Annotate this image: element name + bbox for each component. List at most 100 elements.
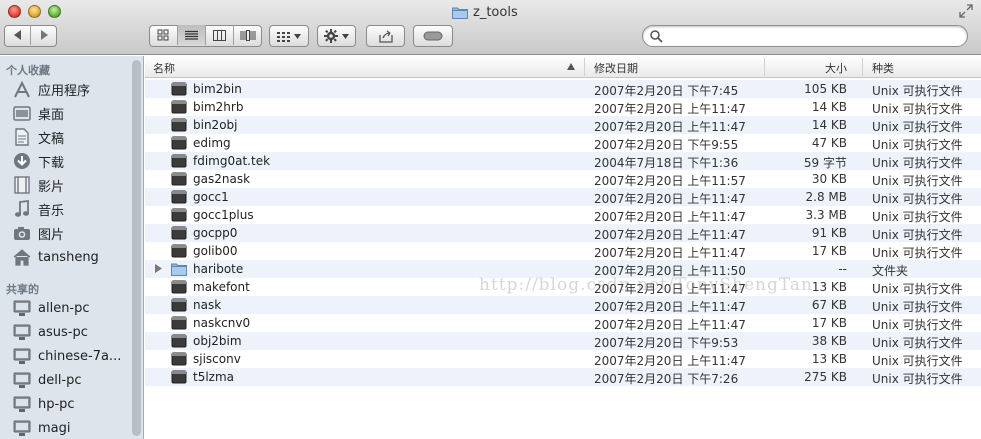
- file-kind: Unix 可执行文件: [872, 246, 963, 260]
- sidebar-item-movies[interactable]: 影片: [12, 173, 64, 197]
- file-row[interactable]: golib00 2007年2月20日 上午11:47 17 KB Unix 可执行文件: [145, 242, 981, 260]
- window-title: z_tools: [452, 3, 518, 21]
- search-field[interactable]: [642, 25, 968, 47]
- sidebar-item-home[interactable]: tansheng: [12, 245, 99, 269]
- sidebar-item-label: 文稿: [38, 131, 65, 147]
- column-view-button[interactable]: [206, 25, 234, 45]
- toolbar-toggle-button[interactable]: [413, 25, 453, 47]
- file-date: 2007年2月20日 上午11:57: [594, 174, 746, 188]
- column-header-bar: 名称 修改日期 大小 种类: [145, 56, 981, 78]
- file-row[interactable]: gocc1 2007年2月20日 上午11:47 2.8 MB Unix 可执行文件: [145, 188, 981, 206]
- sidebar-item-shared-pc[interactable]: magi: [12, 416, 71, 439]
- file-row[interactable]: obj2bim 2007年2月20日 下午9:53 38 KB Unix 可执行文件: [145, 332, 981, 350]
- file-row[interactable]: t5lzma 2007年2月20日 下午7:26 275 KB Unix 可执行文件: [145, 368, 981, 386]
- file-size: 59 字节: [803, 156, 847, 170]
- file-date: 2007年2月20日 下午9:53: [594, 336, 739, 350]
- window-title-text: z_tools: [473, 4, 518, 20]
- sidebar-item-shared-pc[interactable]: dell-pc: [12, 368, 82, 392]
- cover-flow-view-button[interactable]: [234, 25, 262, 45]
- fullscreen-icon[interactable]: [959, 4, 973, 18]
- terminal-executable-icon: [171, 316, 187, 330]
- file-row[interactable]: bin2obj 2007年2月20日 上午11:47 14 KB Unix 可执行文件: [145, 116, 981, 134]
- column-divider[interactable]: [584, 58, 585, 76]
- file-row[interactable]: gocpp0 2007年2月20日 上午11:47 91 KB Unix 可执行文件: [145, 224, 981, 242]
- pc-monitor-icon: [12, 323, 31, 341]
- file-row[interactable]: edimg 2007年2月20日 下午9:55 47 KB Unix 可执行文件: [145, 134, 981, 152]
- arrange-button[interactable]: [269, 25, 309, 47]
- list-view-button[interactable]: [177, 25, 206, 45]
- sidebar: 个人收藏 应用程序 桌面 文稿 下载 影片 音乐 图片 tansheng 共享的…: [0, 56, 144, 439]
- file-size: 105 KB: [804, 82, 847, 96]
- file-row[interactable]: gocc1plus 2007年2月20日 上午11:47 3.3 MB Unix 可执…: [145, 206, 981, 224]
- sidebar-item-shared-pc[interactable]: allen-pc: [12, 296, 90, 320]
- pc-monitor-icon: [12, 395, 31, 413]
- sidebar-item-shared-pc[interactable]: chinese-7a...: [12, 344, 121, 368]
- terminal-executable-icon: [171, 208, 187, 222]
- file-name: obj2bim: [193, 334, 242, 348]
- file-row[interactable]: gas2nask 2007年2月20日 上午11:57 30 KB Unix 可执行文…: [145, 170, 981, 188]
- pc-monitor-icon: [12, 419, 31, 437]
- file-size: 38 KB: [811, 334, 847, 348]
- column-header-date[interactable]: 修改日期: [594, 60, 638, 76]
- file-row[interactable]: sjisconv 2007年2月20日 上午11:47 13 KB Unix 可执行文…: [145, 350, 981, 368]
- action-button[interactable]: [317, 25, 356, 47]
- file-size: 17 KB: [811, 316, 847, 330]
- file-date: 2007年2月20日 上午11:47: [594, 210, 746, 224]
- zoom-window-button[interactable]: [48, 5, 61, 18]
- file-row[interactable]: naskcnv0 2007年2月20日 上午11:47 17 KB Unix 可执行文…: [145, 314, 981, 332]
- terminal-executable-icon: [171, 154, 187, 168]
- column-divider[interactable]: [862, 58, 863, 76]
- sidebar-item-shared-pc[interactable]: hp-pc: [12, 392, 75, 416]
- file-size: --: [838, 262, 847, 276]
- sidebar-item-documents[interactable]: 文稿: [12, 125, 64, 149]
- file-size: 17 KB: [811, 244, 847, 258]
- back-button[interactable]: [5, 25, 31, 45]
- sidebar-item-shared-pc[interactable]: asus-pc: [12, 320, 88, 344]
- share-button[interactable]: [366, 25, 405, 47]
- search-input[interactable]: [667, 29, 957, 43]
- file-name: golib00: [193, 244, 238, 258]
- sidebar-item-label: dell-pc: [38, 372, 82, 388]
- sidebar-item-label: hp-pc: [38, 396, 75, 412]
- file-name: makefont: [193, 280, 250, 294]
- sidebar-item-pictures[interactable]: 图片: [12, 221, 64, 245]
- watermark-text: http://blog.csdn.net/TonyShengTan: [479, 275, 813, 295]
- close-window-button[interactable]: [8, 5, 21, 18]
- file-row[interactable]: fdimg0at.tek 2004年7月18日 下午1:36 59 字节 Unix 可…: [145, 152, 981, 170]
- sidebar-item-label: 图片: [38, 227, 65, 243]
- sidebar-scrollbar[interactable]: [132, 60, 141, 436]
- file-rows: bim2bin 2007年2月20日 下午7:45 105 KB Unix 可执行文件…: [145, 80, 981, 404]
- column-header-kind[interactable]: 种类: [872, 60, 894, 76]
- icon-view-button[interactable]: [150, 25, 178, 45]
- sidebar-item-music[interactable]: 音乐: [12, 197, 64, 221]
- terminal-executable-icon: [171, 352, 187, 366]
- file-name: bin2obj: [193, 118, 238, 132]
- pc-monitor-icon: [12, 299, 31, 317]
- file-name: haribote: [193, 262, 244, 276]
- file-size: 30 KB: [811, 172, 847, 186]
- file-kind: Unix 可执行文件: [872, 318, 963, 332]
- column-header-size[interactable]: 大小: [825, 60, 847, 76]
- terminal-executable-icon: [171, 370, 187, 384]
- column-view-icon: [212, 29, 226, 41]
- sidebar-item-downloads[interactable]: 下载: [12, 149, 64, 173]
- file-row[interactable]: bim2bin 2007年2月20日 下午7:45 105 KB Unix 可执行文件: [145, 80, 981, 98]
- disclosure-triangle-icon[interactable]: [154, 264, 162, 273]
- file-date: 2007年2月20日 上午11:47: [594, 318, 746, 332]
- sidebar-header-favorites: 个人收藏: [6, 64, 50, 77]
- folder-icon: [171, 263, 187, 276]
- column-divider[interactable]: [764, 58, 765, 76]
- file-kind: Unix 可执行文件: [872, 282, 963, 296]
- sidebar-item-desktop[interactable]: 桌面: [12, 101, 64, 125]
- file-size: 2.8 MB: [805, 190, 847, 204]
- column-header-name[interactable]: 名称: [153, 60, 175, 76]
- file-row[interactable]: bim2hrb 2007年2月20日 上午11:47 14 KB Unix 可执行文件: [145, 98, 981, 116]
- file-name: sjisconv: [193, 352, 241, 366]
- forward-button[interactable]: [31, 25, 56, 45]
- minimize-window-button[interactable]: [28, 5, 41, 18]
- sidebar-item-applications[interactable]: 应用程序: [12, 77, 90, 101]
- applications-icon: [12, 80, 31, 98]
- file-kind: Unix 可执行文件: [872, 228, 963, 242]
- sidebar-item-label: chinese-7a...: [38, 348, 122, 364]
- file-row[interactable]: nask 2007年2月20日 上午11:47 67 KB Unix 可执行文件: [145, 296, 981, 314]
